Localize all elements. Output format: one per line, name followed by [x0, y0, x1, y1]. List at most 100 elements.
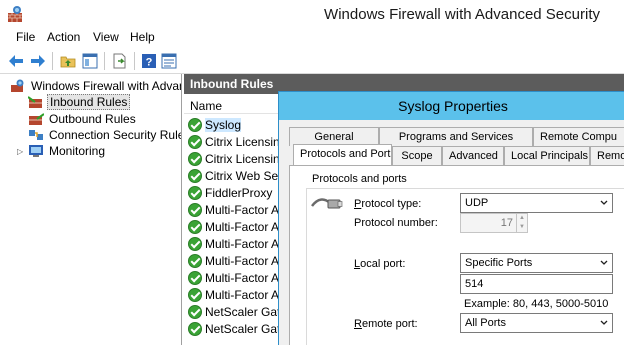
svg-text:?: ?	[146, 57, 153, 69]
export-list-icon[interactable]	[110, 51, 130, 71]
remote-port-label: Remote port:	[354, 318, 418, 330]
tree-item-label: Inbound Rules	[47, 93, 131, 110]
window-title: Windows Firewall with Advanced Security	[324, 6, 600, 23]
rule-name: FiddlerProxy	[205, 185, 273, 200]
toolbar: ?	[0, 48, 624, 74]
expand-arrow-icon[interactable]: ▷	[17, 147, 25, 156]
enabled-check-icon	[188, 253, 202, 268]
rule-row[interactable]: Multi-Factor Au	[188, 252, 286, 269]
forward-arrow-icon[interactable]	[28, 51, 48, 71]
firewall-app-icon	[8, 6, 22, 22]
inbound-rules-icon	[28, 95, 42, 108]
rule-row[interactable]: FiddlerProxy	[188, 184, 272, 201]
local-port-label: Local port:	[354, 258, 406, 270]
properties-icon[interactable]	[159, 51, 179, 71]
rule-name: Citrix Licensing	[205, 134, 287, 149]
rule-row[interactable]: Citrix Licensing	[188, 133, 286, 150]
enabled-check-icon	[188, 321, 202, 336]
tab-advanced[interactable]: Advanced	[442, 146, 504, 165]
enabled-check-icon	[188, 117, 202, 132]
enabled-check-icon	[188, 304, 202, 319]
protocol-type-label: Protocol type:	[354, 198, 422, 210]
rule-name: Multi-Factor Au	[205, 270, 286, 285]
rule-name: Syslog	[205, 117, 242, 132]
tree-item-connection-security-rules[interactable]: Connection Security Rules	[28, 126, 182, 143]
enabled-check-icon	[188, 236, 202, 251]
help-icon[interactable]: ?	[139, 51, 159, 71]
tree-root[interactable]: Windows Firewall with Advance	[10, 77, 182, 94]
enabled-check-icon	[188, 202, 202, 217]
dialog-title: Syslog Properties	[279, 92, 624, 120]
monitoring-icon	[29, 144, 43, 157]
enabled-check-icon	[188, 219, 202, 234]
local-port-dropdown[interactable]: Specific Ports	[460, 253, 613, 273]
protocol-number-value: 17	[500, 217, 513, 229]
rule-row[interactable]: Multi-Factor Au	[188, 269, 286, 286]
rule-name: Multi-Factor Au	[205, 202, 286, 217]
tab-local-principals[interactable]: Local Principals	[504, 146, 590, 165]
enabled-check-icon	[188, 185, 202, 200]
tree-item-label: Outbound Rules	[49, 111, 136, 126]
enabled-check-icon	[188, 168, 202, 183]
remote-port-dropdown[interactable]: All Ports	[460, 313, 613, 333]
groupbox-label: Protocols and ports	[312, 173, 407, 185]
enabled-check-icon	[188, 270, 202, 285]
connection-security-icon	[29, 129, 43, 140]
tree-item-monitoring[interactable]: Monitoring	[28, 142, 107, 159]
chevron-down-icon	[600, 260, 608, 265]
menu-file[interactable]: File	[12, 30, 39, 44]
protocol-number-spinner: 17 ▲ ▼	[460, 213, 528, 233]
rule-row[interactable]: Citrix Web Serv	[188, 167, 288, 184]
enabled-check-icon	[188, 151, 202, 166]
chevron-down-icon	[600, 200, 608, 205]
tab-protocols-and-ports[interactable]: Protocols and Ports	[293, 144, 392, 165]
rule-name: Citrix Web Serv	[205, 168, 289, 183]
up-folder-icon[interactable]	[58, 51, 78, 71]
network-cable-icon	[311, 198, 343, 209]
title-bar: Windows Firewall with Advanced Security	[0, 0, 624, 30]
local-port-value: Specific Ports	[465, 257, 533, 269]
tab-remote-users[interactable]: Remot	[590, 146, 624, 165]
tree-root-label: Windows Firewall with Advance	[31, 78, 182, 93]
tree-item-label: Connection Security Rules	[49, 127, 182, 142]
toolbar-separator	[104, 52, 105, 70]
tab-remote-computers[interactable]: Remote Compu	[533, 127, 624, 146]
menu-action[interactable]: Action	[43, 30, 84, 44]
menu-view[interactable]: View	[89, 30, 123, 44]
local-port-input[interactable]: 514	[460, 274, 613, 294]
console-tree: Windows Firewall with Advance Inbound Ru…	[0, 74, 182, 345]
menu-bar: File Action View Help	[0, 28, 624, 48]
protocol-type-dropdown[interactable]: UDP	[460, 193, 613, 213]
rule-name: Multi-Factor Au	[205, 236, 286, 251]
rule-row[interactable]: Citrix Licensing	[188, 150, 286, 167]
enabled-check-icon	[188, 287, 202, 302]
rule-name: Multi-Factor Au	[205, 287, 286, 302]
rule-row[interactable]: Syslog	[188, 116, 242, 133]
spinner-buttons: ▲ ▼	[516, 214, 527, 232]
back-arrow-icon[interactable]	[6, 51, 26, 71]
rule-row[interactable]: Multi-Factor Au	[188, 286, 286, 303]
menu-help[interactable]: Help	[126, 30, 159, 44]
rule-name: Multi-Factor Au	[205, 253, 286, 268]
outbound-rules-icon	[29, 112, 44, 125]
show-hide-tree-icon[interactable]	[80, 51, 100, 71]
protocol-number-label: Protocol number:	[354, 217, 438, 229]
toolbar-separator	[52, 52, 53, 70]
toolbar-separator	[134, 52, 135, 70]
rule-row[interactable]: Multi-Factor Au	[188, 235, 286, 252]
tree-item-label: Monitoring	[49, 143, 106, 158]
rule-row[interactable]: Multi-Factor Au	[188, 201, 286, 218]
tree-item-inbound-rules[interactable]: Inbound Rules	[28, 93, 131, 110]
firewall-icon	[11, 79, 24, 92]
rule-name: Multi-Factor Au	[205, 219, 286, 234]
protocol-type-value: UDP	[465, 197, 489, 209]
enabled-check-icon	[188, 134, 202, 149]
remote-port-value: All Ports	[465, 317, 506, 329]
chevron-down-icon	[600, 320, 608, 325]
tab-programs-and-services[interactable]: Programs and Services	[379, 127, 533, 146]
port-example-hint: Example: 80, 443, 5000-5010	[464, 298, 609, 310]
tab-scope[interactable]: Scope	[392, 146, 442, 165]
tree-item-outbound-rules[interactable]: Outbound Rules	[28, 110, 138, 127]
rule-row[interactable]: Multi-Factor Au	[188, 218, 286, 235]
rule-name: Citrix Licensing	[205, 151, 287, 166]
